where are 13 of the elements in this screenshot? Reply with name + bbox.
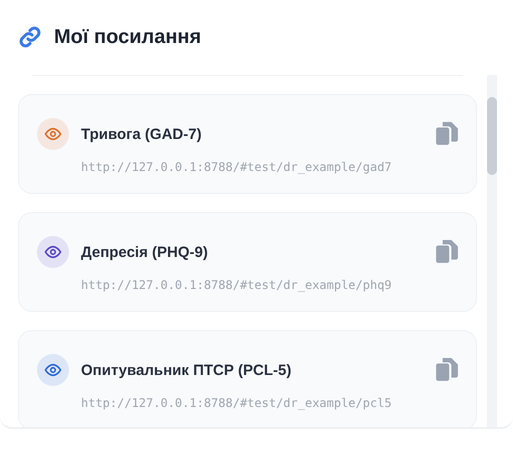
link-title: Тривога (GAD-7) — [81, 126, 203, 142]
copy-icon[interactable] — [436, 122, 458, 146]
link-title: Депресія (PHQ-9) — [81, 244, 209, 260]
link-title: Опитувальник ПТСР (PCL-5) — [81, 362, 292, 378]
scrollbar-thumb[interactable] — [487, 97, 497, 175]
copy-icon[interactable] — [436, 358, 458, 382]
link-url[interactable]: http://127.0.0.1:8788/#test/dr_example/pcl5 — [81, 396, 458, 410]
link-icon — [18, 25, 42, 49]
copy-icon[interactable] — [436, 240, 458, 264]
link-url[interactable]: http://127.0.0.1:8788/#test/dr_example/gad7 — [81, 160, 458, 174]
link-url[interactable]: http://127.0.0.1:8788/#test/dr_example/phq9 — [81, 278, 458, 292]
scrollbar[interactable] — [487, 75, 497, 427]
panel-title: Мої посилання — [54, 26, 202, 48]
